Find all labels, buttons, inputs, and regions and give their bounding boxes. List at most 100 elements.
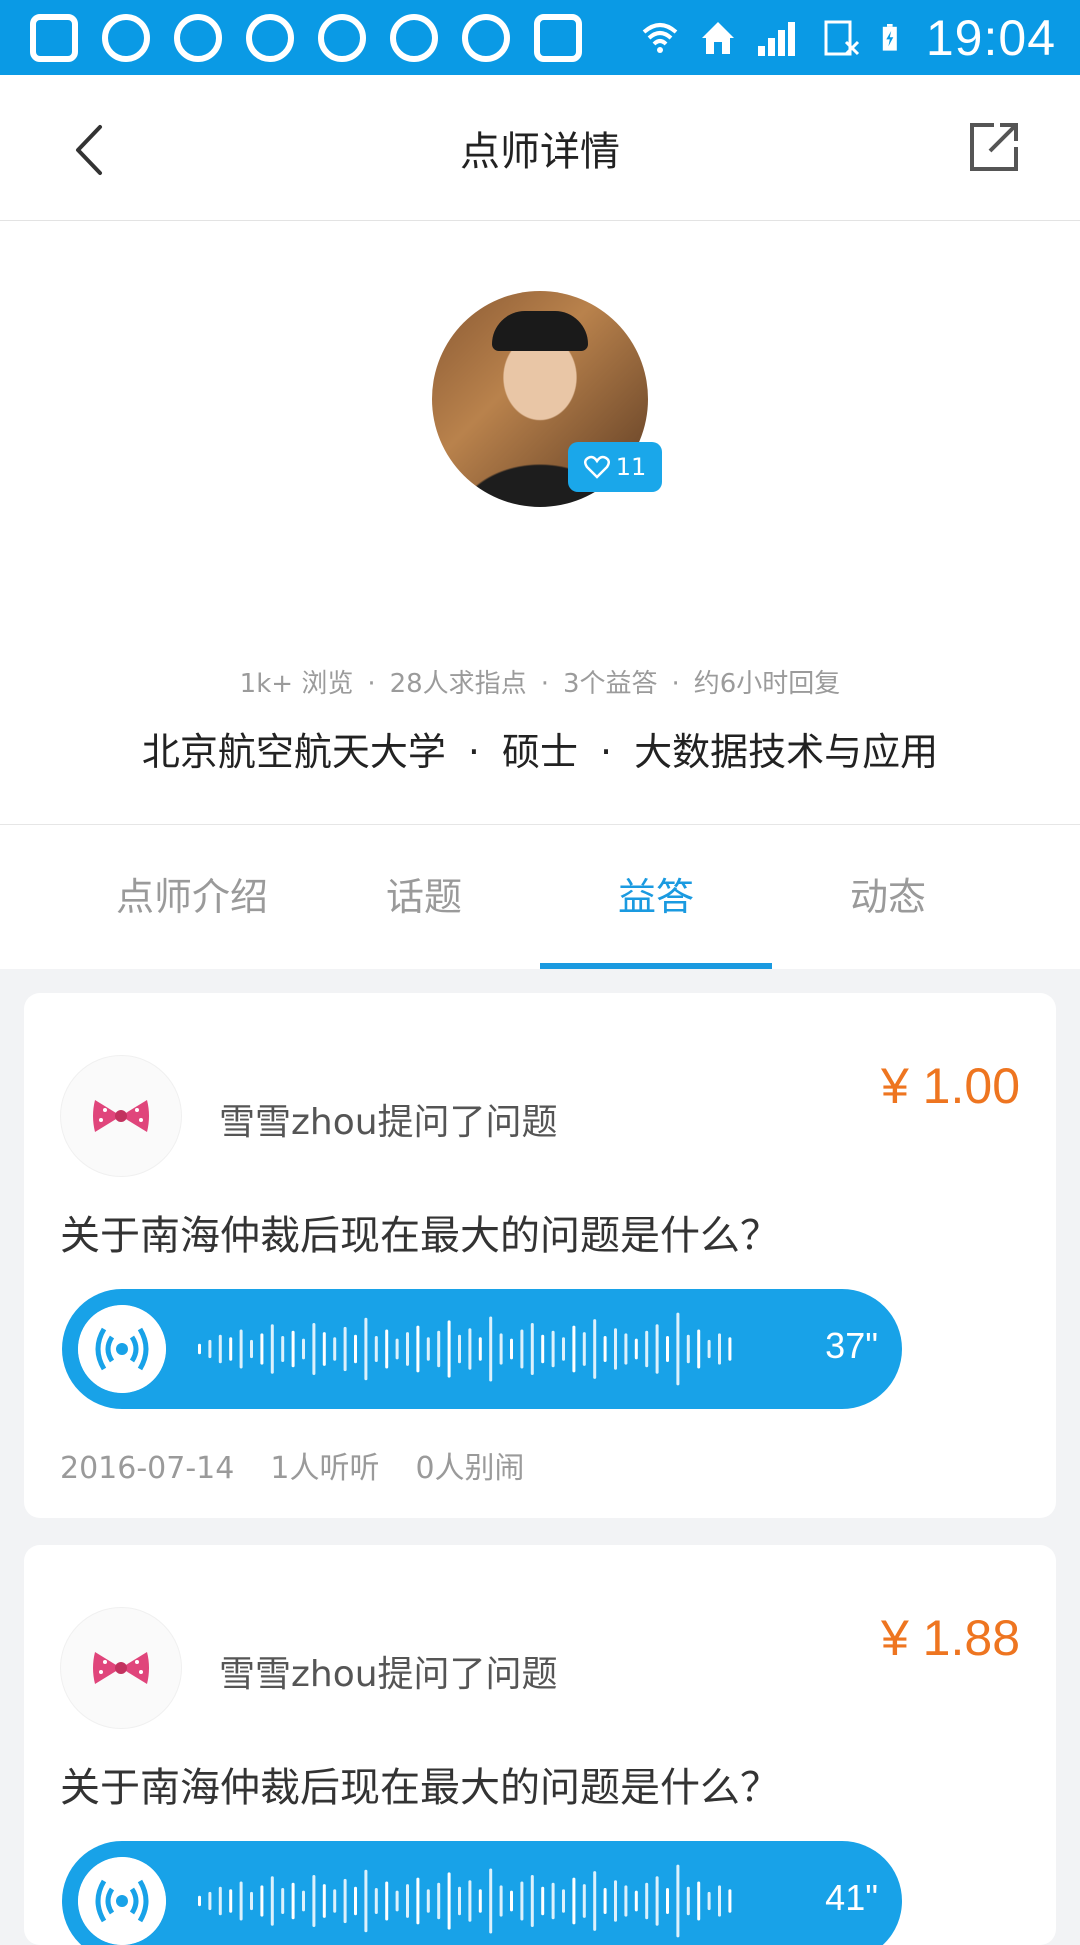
audio-broadcast-icon (78, 1305, 166, 1393)
waveform-bar (510, 1890, 513, 1912)
tab-topics[interactable]: 话题 (308, 825, 540, 969)
waveform-bar (322, 1884, 326, 1918)
waveform-bar (572, 1877, 576, 1925)
tab-answers[interactable]: 益答 (540, 825, 772, 969)
waveform-bar (468, 1880, 472, 1922)
waveform-bar (270, 1324, 274, 1374)
waveform-bar (478, 1889, 482, 1913)
qq-icon (462, 14, 510, 62)
waveform-bar (603, 1888, 607, 1914)
waveform-bar (354, 1886, 357, 1916)
answers-stat: 3个益答 (562, 669, 658, 699)
education-info: 北京航空航天大学 · 硕士 · 大数据技术与应用 (141, 730, 939, 774)
asker-avatar[interactable] (60, 1055, 182, 1177)
question-text[interactable]: 关于南海仲裁后现在最大的问题是什么？ (60, 1755, 780, 1813)
signal-icon (757, 21, 795, 56)
requests-stat: 28人求指点 (389, 669, 527, 699)
notification-icons (30, 10, 606, 66)
waveform-bar (250, 1339, 253, 1359)
waveform-bar (707, 1891, 711, 1911)
waveform-bar (458, 1334, 461, 1364)
asker-name: 雪雪zhou提问了问题 (219, 1654, 558, 1695)
waveform-bar (395, 1890, 399, 1912)
waveform-bar (218, 1334, 222, 1364)
active-tab-indicator (540, 963, 772, 969)
waveform-bar (260, 1333, 264, 1365)
waveform-bar (302, 1890, 305, 1912)
waveform-bar (343, 1878, 347, 1924)
waveform-bar (395, 1338, 399, 1360)
share-button[interactable] (964, 117, 1024, 177)
waveform-bar (385, 1329, 389, 1369)
like-count: 11 (615, 453, 647, 481)
home-icon (701, 21, 734, 54)
waveform-bar (499, 1885, 503, 1917)
tab-tutor-intro[interactable]: 点师介绍 (76, 825, 308, 969)
audio-broadcast-icon (78, 1857, 166, 1945)
waveform-bar (468, 1328, 472, 1370)
nav-bar: 点师详情 (0, 75, 1080, 221)
waveform-bar (291, 1330, 295, 1368)
avatar-hair (492, 311, 588, 351)
question-text[interactable]: 关于南海仲裁后现在最大的问题是什么？ (60, 1203, 780, 1261)
waveform-bar (676, 1312, 680, 1386)
clock: 19:04 (925, 9, 1056, 66)
views-stat: 1k+ 浏览 (239, 669, 354, 699)
tab-activity[interactable]: 动态 (772, 825, 1004, 969)
waveform-bar (198, 1343, 201, 1355)
waveform-bar (541, 1886, 545, 1916)
waveform-bar (707, 1339, 711, 1359)
waveform-bar (333, 1889, 337, 1913)
waveform-bar (645, 1330, 649, 1368)
waveform-bar (686, 1334, 690, 1364)
waveform-bar (655, 1876, 659, 1926)
waveform-bar (666, 1888, 669, 1914)
qq-icon (318, 14, 366, 62)
waveform-bar (333, 1337, 337, 1361)
voice-answer-player[interactable]: 37" (62, 1289, 902, 1409)
waveform-bar (229, 1889, 233, 1913)
qq-icon (246, 14, 294, 62)
degree: 硕士 (501, 730, 578, 774)
waveform-bar (198, 1895, 201, 1907)
waveform-bar (281, 1336, 285, 1362)
asker-avatar[interactable] (60, 1607, 182, 1729)
waveform-bar (374, 1888, 378, 1914)
waveform-bar (239, 1881, 243, 1921)
answer-card[interactable]: 雪雪zhou提问了问题 ¥ 1.00 关于南海仲裁后现在最大的问题是什么？ 37… (24, 993, 1056, 1518)
waveform-bar (250, 1891, 253, 1911)
waveform-bar (655, 1324, 659, 1374)
waveform-bar (385, 1881, 389, 1921)
waveform-bar (343, 1326, 347, 1372)
status-bar: 19:04 (0, 0, 1080, 75)
audio-duration: 41" (825, 1877, 878, 1918)
waveform-bar (728, 1889, 732, 1913)
like-badge[interactable]: 11 (568, 442, 662, 492)
profile-stats: 1k+ 浏览 · 28人求指点 · 3个益答 · 约6小时回复 (239, 669, 841, 699)
profile-header: 11 1k+ 浏览 · 28人求指点 · 3个益答 · 约6小时回复 北京航空航天大学 · 硕士… (0, 221, 1080, 825)
answer-meta: 2016-07-14 1人听听 0人别闹 (60, 1443, 561, 1487)
waveform-bar (697, 1329, 701, 1369)
waveform-bar (437, 1882, 441, 1920)
waveform-bar (697, 1881, 701, 1921)
waveform-bar (218, 1886, 222, 1916)
waveform-bar (634, 1890, 638, 1912)
university: 北京航空航天大学 (141, 730, 446, 774)
answer-card[interactable]: 雪雪zhou提问了问题 ¥ 1.88 关于南海仲裁后现在最大的问题是什么？ 41… (24, 1545, 1056, 1945)
waveform-bar (728, 1337, 732, 1361)
voice-answer-player[interactable]: 41" (62, 1841, 902, 1945)
waveform-bar (426, 1889, 430, 1913)
waveform-bar (718, 1333, 721, 1365)
waveform-bar (510, 1338, 513, 1360)
major: 大数据技术与应用 (634, 730, 939, 774)
audio-duration: 37" (825, 1325, 878, 1366)
waveform-bar (582, 1884, 586, 1918)
bow-icon (93, 1652, 149, 1684)
waveform-bar (447, 1320, 451, 1378)
waveform-bar (541, 1334, 545, 1364)
waveform-bar (364, 1869, 368, 1933)
waveform-bar (530, 1875, 534, 1927)
waveform-bar (270, 1876, 274, 1926)
waveform-bar (562, 1889, 565, 1913)
waveform-bar (624, 1333, 628, 1365)
